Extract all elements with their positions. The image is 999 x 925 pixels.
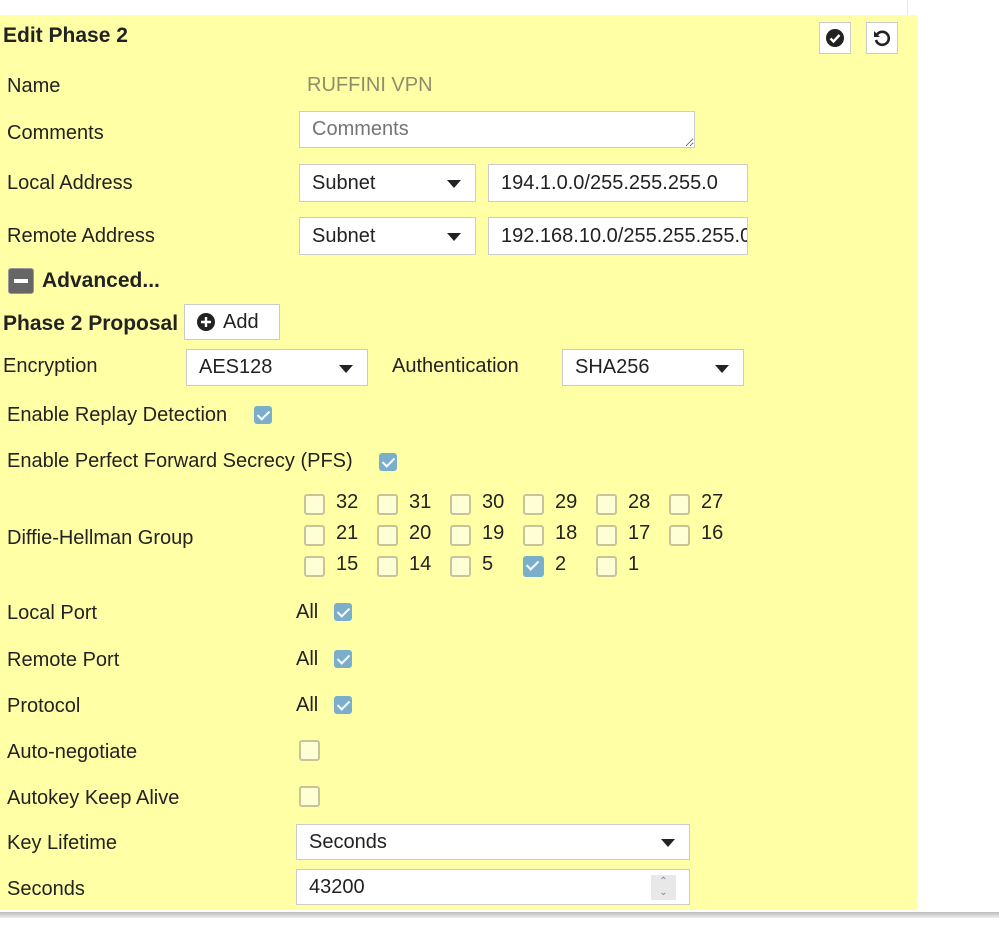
- dh-group-value: 32: [336, 491, 359, 513]
- dh-group-value: 5: [482, 553, 494, 575]
- local-port-all-checkbox[interactable]: [334, 603, 352, 621]
- dh-group-value: 29: [555, 491, 578, 513]
- dh-group-checkbox[interactable]: [450, 525, 471, 546]
- top-frame: [0, 0, 908, 15]
- name-value: RUFFINI VPN: [307, 74, 433, 96]
- seconds-value: 43200: [309, 875, 365, 898]
- dh-group-checkbox[interactable]: [596, 556, 617, 577]
- dh-group-value: 1: [628, 553, 640, 575]
- dh-group-value: 15: [336, 553, 359, 575]
- page-title: Edit Phase 2: [3, 24, 128, 47]
- remote-port-all-label: All: [296, 648, 319, 670]
- dh-group-value: 17: [628, 522, 651, 544]
- dh-group-checkbox[interactable]: [377, 494, 398, 515]
- local-address-label: Local Address: [7, 172, 133, 194]
- local-address-type-select[interactable]: Subnet: [299, 164, 476, 202]
- remote-address-type-select[interactable]: Subnet: [299, 217, 476, 255]
- name-label: Name: [7, 75, 61, 97]
- local-address-input[interactable]: 194.1.0.0/255.255.255.0: [488, 164, 748, 202]
- remote-address-type-value: Subnet: [312, 224, 376, 247]
- comments-label: Comments: [7, 122, 104, 144]
- dh-group-value: 19: [482, 522, 505, 544]
- key-lifetime-select[interactable]: Seconds: [296, 824, 690, 860]
- pfs-checkbox[interactable]: [379, 453, 397, 471]
- protocol-label: Protocol: [7, 695, 81, 717]
- seconds-input[interactable]: 43200 ⌃ ⌄: [296, 869, 690, 905]
- local-address-value: 194.1.0.0/255.255.255.0: [501, 171, 718, 194]
- divider: [0, 912, 999, 918]
- dh-group-checkbox[interactable]: [669, 494, 690, 515]
- dh-group-checkbox[interactable]: [596, 494, 617, 515]
- revert-button[interactable]: [866, 22, 898, 54]
- spinner-icon[interactable]: ⌃ ⌄: [651, 875, 676, 900]
- dh-group-checkbox[interactable]: [523, 556, 544, 577]
- seconds-label: Seconds: [7, 878, 85, 900]
- dh-group-checkbox[interactable]: [377, 556, 398, 577]
- add-proposal-button[interactable]: Add: [184, 304, 280, 340]
- add-label: Add: [223, 310, 259, 333]
- comments-input[interactable]: [299, 111, 695, 148]
- dh-group-value: 20: [409, 522, 432, 544]
- dh-group-value: 16: [701, 522, 724, 544]
- dh-group-checkbox[interactable]: [596, 525, 617, 546]
- dh-group-checkbox[interactable]: [304, 525, 325, 546]
- encryption-select[interactable]: AES128: [186, 349, 368, 386]
- dh-group-value: 28: [628, 491, 651, 513]
- protocol-all-checkbox[interactable]: [334, 696, 352, 714]
- replay-detection-label: Enable Replay Detection: [7, 404, 228, 426]
- dh-group-checkbox[interactable]: [523, 494, 544, 515]
- dh-group-checkbox[interactable]: [377, 525, 398, 546]
- remote-port-all-checkbox[interactable]: [334, 650, 352, 668]
- undo-icon: [874, 30, 891, 47]
- dh-group-value: 31: [409, 491, 432, 513]
- auto-negotiate-checkbox[interactable]: [299, 740, 320, 761]
- key-lifetime-label: Key Lifetime: [7, 832, 118, 854]
- remote-address-label: Remote Address: [7, 225, 155, 247]
- authentication-select[interactable]: SHA256: [562, 349, 744, 386]
- local-port-label: Local Port: [7, 602, 98, 624]
- remote-port-label: Remote Port: [7, 649, 120, 671]
- advanced-label: Advanced...: [42, 269, 160, 292]
- replay-detection-checkbox[interactable]: [254, 406, 272, 424]
- encryption-label: Encryption: [3, 355, 98, 377]
- pfs-label: Enable Perfect Forward Secrecy (PFS): [7, 450, 353, 472]
- authentication-label: Authentication: [392, 355, 519, 377]
- dh-group-value: 21: [336, 522, 359, 544]
- encryption-value: AES128: [199, 356, 273, 378]
- dh-group-value: 18: [555, 522, 578, 544]
- dh-group-checkbox[interactable]: [304, 494, 325, 515]
- auto-negotiate-label: Auto-negotiate: [7, 741, 138, 763]
- autokey-label: Autokey Keep Alive: [7, 787, 180, 809]
- collapse-advanced-button[interactable]: [8, 268, 34, 294]
- local-port-all-label: All: [296, 601, 319, 623]
- remote-address-value: 192.168.10.0/255.255.255.0: [501, 224, 748, 247]
- dh-group-checkbox[interactable]: [523, 525, 544, 546]
- dh-group-value: 14: [409, 553, 432, 575]
- dh-group-value: 30: [482, 491, 505, 513]
- autokey-checkbox[interactable]: [299, 786, 320, 807]
- phase2-proposal-label: Phase 2 Proposal: [3, 312, 179, 335]
- dh-group-checkbox[interactable]: [450, 494, 471, 515]
- ok-button[interactable]: [819, 22, 851, 54]
- remote-address-input[interactable]: 192.168.10.0/255.255.255.0: [488, 217, 748, 255]
- minus-icon: [14, 279, 28, 283]
- dh-group-value: 2: [555, 553, 567, 575]
- check-circle-icon: [826, 29, 844, 47]
- plus-circle-icon: [197, 313, 215, 331]
- dh-group-checkbox[interactable]: [304, 556, 325, 577]
- authentication-value: SHA256: [575, 356, 650, 378]
- dh-group-checkbox[interactable]: [450, 556, 471, 577]
- dh-group-value: 27: [701, 491, 724, 513]
- dh-group-label: Diffie-Hellman Group: [7, 527, 194, 549]
- key-lifetime-value: Seconds: [309, 830, 387, 853]
- dh-group-checkbox[interactable]: [669, 525, 690, 546]
- protocol-all-label: All: [296, 694, 319, 716]
- local-address-type-value: Subnet: [312, 171, 376, 194]
